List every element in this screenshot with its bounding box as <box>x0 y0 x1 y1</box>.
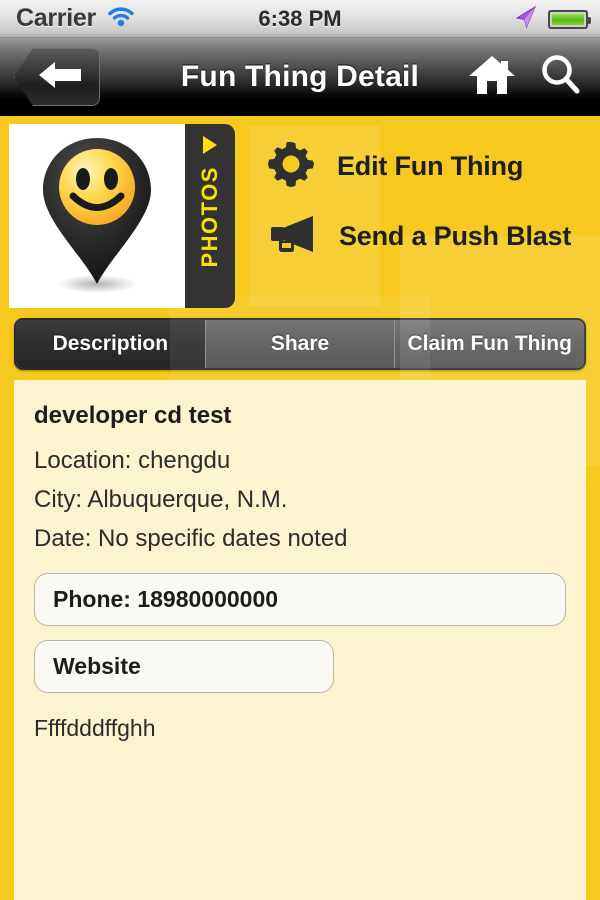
date-line: Date: No specific dates noted <box>34 524 348 552</box>
search-icon[interactable] <box>540 53 582 102</box>
status-bar: Carrier 6:38 PM <box>0 0 600 38</box>
tab-claim-fun-thing[interactable]: Claim Fun Thing <box>394 320 584 368</box>
tab-description[interactable]: Description <box>16 320 205 368</box>
description-text: Ffffdddffghh <box>34 714 156 741</box>
fun-thing-thumbnail[interactable] <box>9 124 185 308</box>
main-content-area: PHOTOS Edit Fun Thing Send a Push Blast … <box>0 116 600 900</box>
clock-label: 6:38 PM <box>258 5 342 31</box>
battery-icon <box>548 9 591 29</box>
status-bar-right <box>512 0 591 38</box>
description-panel: developer cd test Location: chengdu City… <box>14 380 586 900</box>
fun-thing-title: developer cd test <box>34 402 232 429</box>
gear-icon <box>267 140 315 193</box>
hero-section: PHOTOS Edit Fun Thing Send a Push Blast <box>0 116 600 308</box>
map-pin-smiley-icon <box>9 138 185 312</box>
edit-fun-thing-label: Edit Fun Thing <box>337 151 524 181</box>
back-button[interactable] <box>14 48 100 106</box>
send-push-blast-label: Send a Push Blast <box>339 221 572 251</box>
location-arrow-icon <box>512 5 538 34</box>
hero-actions: Edit Fun Thing Send a Push Blast <box>267 124 571 260</box>
navigation-bar: Fun Thing Detail <box>0 38 600 116</box>
photos-tab-label: PHOTOS <box>197 166 222 268</box>
megaphone-icon <box>267 213 317 260</box>
location-line: Location: chengdu <box>34 447 231 474</box>
segmented-tab-bar: Description Share Claim Fun Thing <box>14 318 586 370</box>
city-line: City: Albuquerque, N.M. <box>34 485 288 513</box>
back-arrow-icon <box>31 58 83 97</box>
edit-fun-thing-button[interactable]: Edit Fun Thing <box>267 140 571 193</box>
home-icon[interactable] <box>468 53 516 102</box>
send-push-blast-button[interactable]: Send a Push Blast <box>267 213 571 260</box>
website-field[interactable]: Website <box>34 639 334 693</box>
photos-tab[interactable]: PHOTOS <box>185 124 235 308</box>
tab-share[interactable]: Share <box>204 320 395 368</box>
play-triangle-icon <box>203 136 217 154</box>
phone-field[interactable]: Phone: 18980000000 <box>34 572 566 626</box>
navigation-actions <box>468 38 582 116</box>
